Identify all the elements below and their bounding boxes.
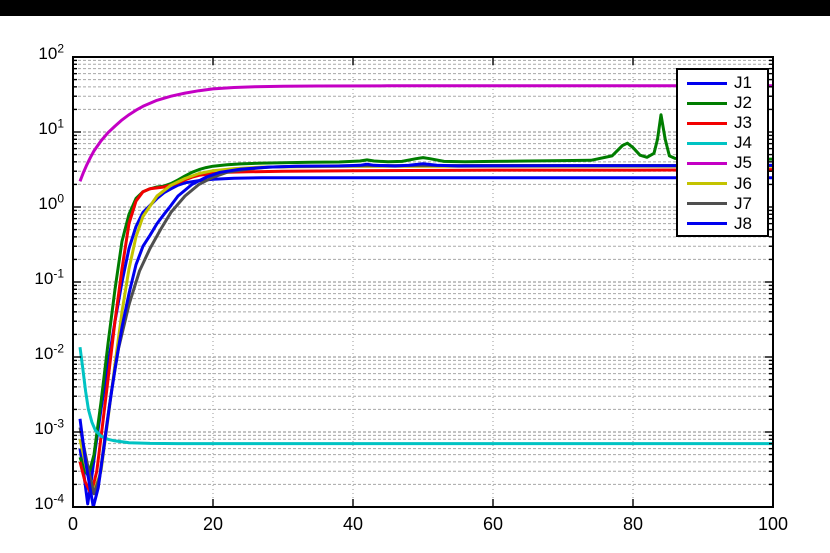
legend-line-sample [687, 121, 727, 125]
y-tick-label: 100 [38, 191, 64, 213]
legend-item: J8 [678, 214, 767, 234]
x-tick-label: 80 [622, 514, 644, 534]
legend-label: J5 [734, 153, 752, 173]
x-tick-label: 20 [202, 514, 224, 534]
legend-label: J2 [734, 93, 752, 113]
y-tick-label: 10-1 [34, 266, 64, 288]
legend-label: J7 [734, 193, 752, 213]
legend-item: J5 [678, 153, 767, 173]
legend-line-sample [687, 202, 727, 206]
legend-line-sample [687, 101, 727, 105]
y-tick-label: 101 [38, 116, 64, 138]
legend-label: J3 [734, 113, 752, 133]
legend-label: J4 [734, 133, 752, 153]
legend-item: J6 [678, 173, 767, 193]
grid-lines [73, 57, 773, 507]
legend-line-sample [687, 161, 727, 165]
legend-item: J2 [678, 93, 767, 113]
x-tick-label: 0 [67, 514, 78, 534]
x-tick-label: 60 [482, 514, 504, 534]
y-tick-label: 10-3 [34, 416, 64, 438]
matlab-figure: 102 101 100 10-1 10-2 10-3 10-4 0 20 40 … [0, 0, 830, 553]
legend-label: J1 [734, 73, 752, 93]
legend-line-sample [687, 222, 727, 226]
legend-item: J4 [678, 133, 767, 153]
y-tick-label: 102 [38, 41, 64, 63]
legend-label: J8 [734, 213, 752, 233]
legend-line-sample [687, 182, 727, 186]
legend-item: J3 [678, 113, 767, 133]
y-tick-label: 10-4 [34, 491, 64, 513]
series-line-J4 [78, 347, 773, 446]
legend-box: J1 J2 J3 J4 J5 J6 J7 J8 [676, 68, 769, 237]
x-tick-label: 40 [342, 514, 364, 534]
legend-item: J1 [678, 73, 767, 93]
legend-item: J7 [678, 194, 767, 214]
y-tick-label: 10-2 [34, 341, 64, 363]
legend-line-sample [687, 141, 727, 145]
legend-label: J6 [734, 173, 752, 193]
legend-line-sample [687, 81, 727, 85]
series-line-J8 [78, 162, 773, 507]
x-tick-label: 100 [757, 514, 789, 534]
